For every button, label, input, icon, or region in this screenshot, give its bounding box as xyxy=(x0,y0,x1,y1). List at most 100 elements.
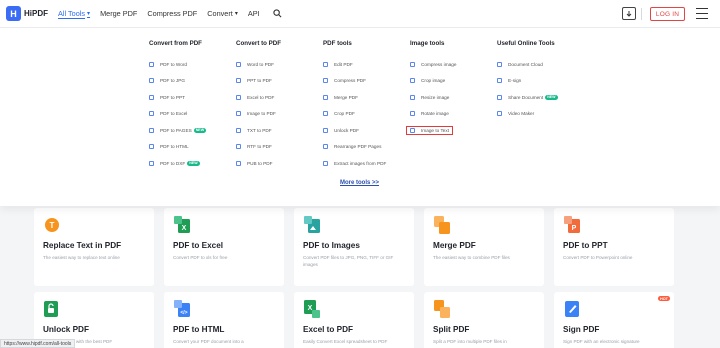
card-desc: Easily Convert Excel spreadsheet to PDF xyxy=(303,339,388,344)
menu-item-rearrange-pdf-pages[interactable]: Rearrange PDF Pages xyxy=(323,139,386,156)
menu-item-image-to-text[interactable]: Image to Text xyxy=(406,122,456,139)
compress-icon xyxy=(323,78,328,84)
excel-icon xyxy=(236,94,241,100)
menu-item-rotate-image[interactable]: Rotate image xyxy=(410,106,456,123)
menu-item-label: PDF to HTML xyxy=(160,144,189,150)
download-icon[interactable] xyxy=(622,7,636,20)
menu-item-txt-to-pdf[interactable]: TXT to PDF xyxy=(236,122,281,139)
tool-card-merge-pdf[interactable]: Merge PDF The easiest way to combine PDF… xyxy=(424,208,544,286)
tool-card-sign-pdf[interactable]: HOT Sign PDF Sign PDF with an electronic… xyxy=(554,292,674,348)
tool-card-pdf-to-images[interactable]: PDF to Images Convert PDF files to JPG, … xyxy=(294,208,414,286)
menu-item-e-sign[interactable]: E-sign xyxy=(497,73,558,90)
video-icon xyxy=(497,111,502,117)
share-icon xyxy=(497,94,502,100)
menu-item-label: PUB to PDF xyxy=(247,160,273,166)
svg-text:X: X xyxy=(182,225,187,232)
tool-card-pdf-to-html[interactable]: </> PDF to HTML Convert your PDF documen… xyxy=(164,292,284,348)
menu-item-pdf-to-ppt[interactable]: PDF to PPT xyxy=(149,89,206,106)
menu-item-unlock-pdf[interactable]: Unlock PDF xyxy=(323,122,386,139)
menu-item-label: PDF to Excel xyxy=(160,111,188,117)
status-bar-url: https://www.hipdf.com/all-tools xyxy=(0,339,76,348)
tool-card-pdf-to-ppt[interactable]: P PDF to PPT Convert PDF to Powerpoint o… xyxy=(554,208,674,286)
card-title: PDF to HTML xyxy=(173,325,225,334)
column-title: Convert from PDF xyxy=(149,40,202,47)
menu-item-crop-image[interactable]: Crop image xyxy=(410,73,456,90)
menu-item-pdf-to-word[interactable]: PDF to Word xyxy=(149,56,206,73)
logo[interactable]: H HiPDF xyxy=(6,6,48,21)
menu-item-pdf-to-html[interactable]: PDF to HTML xyxy=(149,139,206,156)
menu-item-document-cloud[interactable]: Document Cloud xyxy=(497,56,558,73)
card-desc: Split a PDF into multiple PDF files in xyxy=(433,339,507,344)
menu-item-label: PDF to PPT xyxy=(160,94,186,100)
menu-item-label: PDF to DXF xyxy=(160,160,186,166)
card-title: Merge PDF xyxy=(433,241,476,250)
card-title: Split PDF xyxy=(433,325,470,334)
nav-api[interactable]: API xyxy=(248,9,260,18)
column-image-tools: Image tools Compress image Crop image Re… xyxy=(406,40,456,139)
menu-item-pdf-to-dxf[interactable]: PDF to DXF NEW xyxy=(149,155,206,172)
menu-item-pub-to-pdf[interactable]: PUB to PDF xyxy=(236,155,281,172)
svg-text:P: P xyxy=(572,225,577,232)
menu-item-image-to-pdf[interactable]: Image to PDF xyxy=(236,106,281,123)
pdf-icon xyxy=(149,160,154,166)
menu-item-pdf-to-excel[interactable]: PDF to Excel xyxy=(149,106,206,123)
edit-icon xyxy=(323,61,328,67)
tool-card-split-pdf[interactable]: Split PDF Split a PDF into multiple PDF … xyxy=(424,292,544,348)
nav-compress-pdf[interactable]: Compress PDF xyxy=(147,9,197,18)
menu-item-label: PPT to PDF xyxy=(247,78,272,84)
login-button[interactable]: LOG IN xyxy=(650,7,685,21)
card-desc: Convert PDF files to JPG, PNG, TIFF or G… xyxy=(303,255,394,267)
menu-item-label: Crop image xyxy=(421,78,446,84)
word-icon xyxy=(236,61,241,67)
column-pdf-tools: PDF tools Edit PDF Compress PDF Merge PD… xyxy=(323,40,386,172)
search-icon[interactable] xyxy=(272,8,284,20)
column-title: Image tools xyxy=(410,40,445,47)
nav-convert-label: Convert xyxy=(207,9,233,18)
chevron-down-icon: ▾ xyxy=(234,11,238,17)
column-title: PDF tools xyxy=(323,40,352,47)
menu-item-merge-pdf[interactable]: Merge PDF xyxy=(323,89,386,106)
chevron-down-icon: ▾ xyxy=(87,11,91,17)
nav-merge-pdf-label: Merge PDF xyxy=(100,9,138,18)
nav-merge-pdf[interactable]: Merge PDF xyxy=(100,9,137,18)
logo-icon: H xyxy=(6,6,21,21)
menu-item-extract-images[interactable]: Extract images from PDF xyxy=(323,155,386,172)
column-title: Convert to PDF xyxy=(236,40,282,47)
nav-convert[interactable]: Convert ▾ xyxy=(207,9,238,18)
more-tools-link[interactable]: More tools >> xyxy=(340,180,379,186)
image-to-text-icon xyxy=(410,127,415,133)
menu-item-compress-image[interactable]: Compress image xyxy=(410,56,456,73)
tool-card-replace-text[interactable]: T Replace Text in PDF The easiest way to… xyxy=(34,208,154,286)
menu-item-label: Rearrange PDF Pages xyxy=(334,144,382,150)
nav-compress-pdf-label: Compress PDF xyxy=(147,9,198,18)
menu-item-label: Image to PDF xyxy=(247,111,276,117)
menu-item-label: Image to Text xyxy=(421,127,450,133)
hamburger-menu-icon[interactable] xyxy=(696,8,708,19)
menu-item-ppt-to-pdf[interactable]: PPT to PDF xyxy=(236,73,281,90)
tool-card-pdf-to-excel[interactable]: X PDF to Excel Convert PDF to xls for fr… xyxy=(164,208,284,286)
menu-item-pdf-to-pages[interactable]: PDF to PAGES NEW xyxy=(149,122,207,139)
nav-all-tools[interactable]: All Tools ▾ xyxy=(58,9,90,18)
menu-item-excel-to-pdf[interactable]: Excel to PDF xyxy=(236,89,281,106)
pdf-icon xyxy=(149,111,154,117)
menu-item-video-maker[interactable]: Video Maker xyxy=(497,106,558,123)
column-convert-from-pdf: Convert from PDF PDF to Word PDF to JPG … xyxy=(149,40,207,172)
menu-item-crop-pdf[interactable]: Crop PDF xyxy=(323,106,386,123)
pdf-icon xyxy=(149,61,154,67)
menu-item-label: Rotate image xyxy=(421,111,449,117)
menu-item-share-document[interactable]: Share Document NEW xyxy=(497,89,558,106)
menu-item-label: RTF to PDF xyxy=(247,144,272,150)
menu-item-compress-pdf[interactable]: Compress PDF xyxy=(323,73,386,90)
menu-item-label: Merge PDF xyxy=(334,94,358,100)
menu-item-word-to-pdf[interactable]: Word to PDF xyxy=(236,56,281,73)
card-title: PDF to Excel xyxy=(173,241,224,250)
menu-item-rtf-to-pdf[interactable]: RTF to PDF xyxy=(236,139,281,156)
tool-card-excel-to-pdf[interactable]: X Excel to PDF Easily Convert Excel spre… xyxy=(294,292,414,348)
merge-icon xyxy=(323,94,328,100)
image-to-text-highlight[interactable]: Image to Text xyxy=(406,125,454,135)
menu-item-label: Document Cloud xyxy=(508,61,543,67)
menu-item-pdf-to-jpg[interactable]: PDF to JPG xyxy=(149,73,206,90)
column-convert-to-pdf: Convert to PDF Word to PDF PPT to PDF Ex… xyxy=(236,40,281,172)
menu-item-resize-image[interactable]: Resize image xyxy=(410,89,456,106)
menu-item-edit-pdf[interactable]: Edit PDF xyxy=(323,56,386,73)
